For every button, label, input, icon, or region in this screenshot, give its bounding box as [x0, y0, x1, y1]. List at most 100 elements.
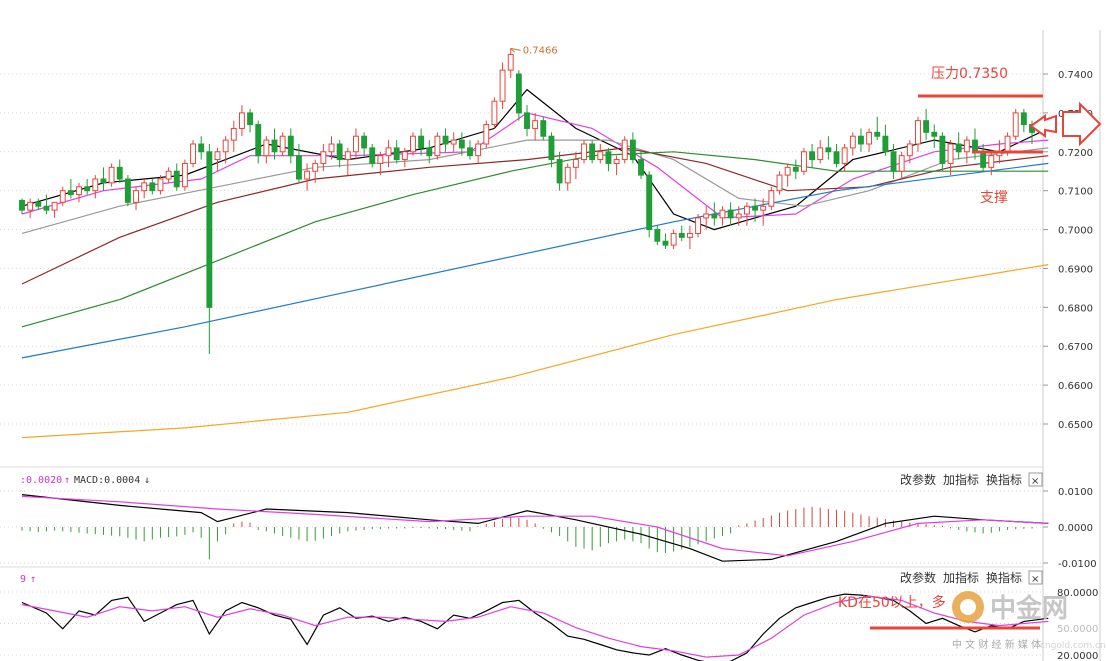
candle-body [263, 139, 270, 157]
candle-body [255, 124, 262, 157]
macd-panel: :0.0020 ↑ MACD:0.0004 ↓ 改参数 加指标 换指标 × 0.… [0, 472, 1097, 570]
candle-body [703, 213, 710, 219]
candle-body [809, 151, 816, 161]
candle-body [882, 135, 889, 153]
candle-body [678, 232, 685, 238]
candle-body [173, 170, 180, 188]
candle-body [768, 190, 775, 207]
candle-body [279, 135, 286, 153]
candle-body [980, 151, 987, 168]
candle-body [59, 190, 66, 203]
candle-body [890, 151, 897, 172]
candle-body [247, 112, 254, 126]
candle-body [458, 139, 465, 149]
candle-body [450, 139, 457, 145]
candle-body [915, 120, 921, 145]
candle-body [336, 143, 343, 161]
candle-body [743, 205, 750, 215]
candle-body [947, 143, 954, 164]
add-indicator-button[interactable]: 加指标 [943, 570, 979, 585]
candle-body [800, 151, 807, 172]
add-indicator-button[interactable]: 加指标 [943, 472, 979, 487]
candle-body [646, 174, 653, 231]
candle-body [711, 213, 718, 219]
switch-indicator-button[interactable]: 换指标 [986, 472, 1022, 487]
candle-body [393, 147, 400, 161]
candle-body [287, 135, 294, 157]
candle-body [719, 209, 726, 219]
candle-body [955, 143, 962, 153]
candle-body [19, 199, 25, 211]
candle-body [540, 120, 547, 137]
candle-body [931, 131, 938, 137]
candle-body [581, 143, 587, 161]
close-icon: × [1031, 574, 1039, 585]
candle-body [499, 69, 506, 102]
kd-value: 9 [20, 574, 26, 585]
candle-body [507, 54, 514, 71]
candle-body [727, 209, 734, 219]
peak-label: 0.7466 [523, 45, 558, 56]
candle-body [638, 159, 644, 176]
candle-body [784, 166, 791, 176]
candle-body [695, 217, 701, 234]
price-tick-label: 0.7400 [1058, 70, 1093, 81]
candle-body [841, 147, 848, 164]
price-tick-label: 0.6700 [1058, 342, 1093, 353]
macd-grid [0, 490, 1043, 564]
resistance-label: 压力0.7350 [931, 66, 1008, 82]
candle-body [833, 151, 840, 164]
candle-body [532, 120, 539, 129]
candle-body [556, 159, 563, 184]
candle-body [752, 205, 759, 211]
price-tick-label: 0.6500 [1058, 420, 1093, 431]
candle-body [190, 143, 196, 164]
candle-body [320, 151, 327, 164]
candle-body [377, 155, 384, 164]
candle-body [108, 166, 115, 184]
moving-average-line [21, 264, 1049, 439]
price-tick-label: 0.6600 [1058, 381, 1093, 392]
candle-body [621, 139, 628, 161]
kd-annotation: KD在50以上，多 [838, 594, 946, 611]
change-params-button[interactable]: 改参数 [900, 472, 936, 487]
candle-body [597, 151, 604, 161]
candle-body [181, 162, 188, 188]
kd-arrow: ↑ [30, 574, 36, 585]
macd-dif-arrow: ↑ [64, 475, 70, 486]
watermark-logo-inner [960, 599, 976, 615]
moving-average-line [21, 162, 1049, 359]
price-tick-label: 0.6900 [1058, 264, 1093, 275]
macd-value: MACD:0.0004 [74, 475, 140, 486]
candle-body [858, 135, 864, 145]
candle-body [475, 143, 482, 157]
candle-body [222, 139, 229, 153]
candle-body [662, 240, 669, 246]
candle-body [654, 229, 661, 242]
switch-indicator-button[interactable]: 换指标 [986, 570, 1022, 585]
candle-body [51, 201, 58, 211]
candle-body [1004, 135, 1011, 153]
candle-body [605, 151, 612, 164]
candle-body [214, 151, 221, 161]
macd-arrow: ↓ [144, 475, 150, 486]
candle-body [35, 201, 42, 207]
macd-tick-label: -0.0100 [1058, 559, 1097, 570]
candle-body [141, 182, 148, 192]
watermark-subtitle: 中 文 财 经 新 媒 体 [952, 638, 1041, 651]
change-params-button[interactable]: 改参数 [900, 570, 936, 585]
candle-body [874, 131, 881, 137]
price-grid [0, 73, 1043, 425]
candle-body [524, 112, 530, 129]
candle-body [589, 143, 596, 161]
candle-body [776, 174, 783, 192]
candle-body [572, 159, 579, 168]
candle-body [165, 170, 172, 180]
candle-body [939, 135, 946, 164]
macd-dif-value: :0.0020 [20, 475, 62, 486]
close-icon: × [1031, 476, 1039, 487]
macd-y-axis: 0.0100 0.0000 -0.0100 [1043, 487, 1097, 570]
candle-body [149, 182, 156, 192]
candle-body [923, 120, 930, 133]
candle-body [198, 143, 205, 153]
